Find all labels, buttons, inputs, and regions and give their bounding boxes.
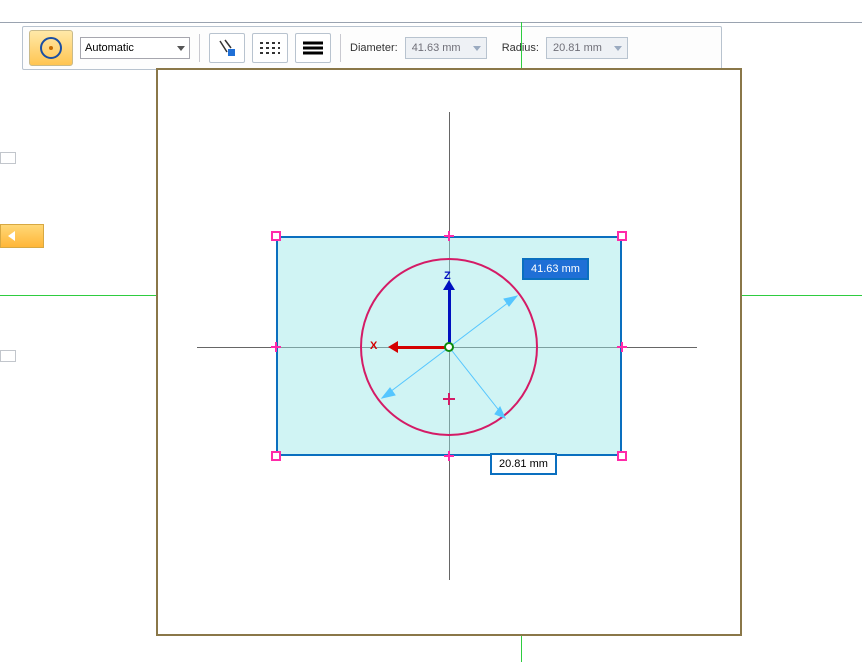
solid-lines-icon — [302, 40, 324, 56]
radius-value: 20.81 mm — [553, 42, 602, 54]
handle-sw[interactable] — [271, 451, 281, 461]
diameter-field[interactable]: 41.63 mm — [405, 37, 487, 59]
handle-ne[interactable] — [617, 231, 627, 241]
z-axis-label: Z — [444, 270, 451, 282]
z-axis-arrow — [448, 290, 451, 348]
radius-field[interactable]: 20.81 mm — [546, 37, 628, 59]
handle-nw[interactable] — [271, 231, 281, 241]
panel-stub — [0, 350, 16, 362]
handle-w[interactable] — [271, 342, 281, 352]
line-pattern-dashed-button[interactable] — [252, 33, 288, 63]
snap-icon — [217, 38, 237, 58]
diameter-label: Diameter: — [350, 42, 398, 54]
line-style-select[interactable]: Automatic — [80, 37, 190, 59]
origin-marker — [444, 342, 454, 352]
x-axis-arrow — [398, 346, 450, 349]
line-style-value: Automatic — [85, 42, 134, 54]
circle-tool-button[interactable] — [29, 30, 73, 66]
x-axis-label: X — [370, 340, 377, 352]
toolbar-divider — [199, 34, 200, 62]
handle-s[interactable] — [444, 451, 454, 461]
toolbar-divider — [340, 34, 341, 62]
circle-icon — [37, 34, 65, 62]
radius-readout[interactable]: 20.81 mm — [490, 453, 557, 475]
panel-stub — [0, 152, 16, 164]
chevron-left-icon — [5, 230, 21, 242]
handle-n[interactable] — [444, 231, 454, 241]
dashed-lines-icon — [259, 40, 281, 56]
diameter-readout[interactable]: 41.63 mm — [522, 258, 589, 280]
line-pattern-solid-button[interactable] — [295, 33, 331, 63]
handle-e[interactable] — [617, 342, 627, 352]
diameter-value: 41.63 mm — [412, 42, 461, 54]
toolbar: Automatic Diameter: 41.63 mm — [22, 26, 722, 70]
handle-se[interactable] — [617, 451, 627, 461]
circle-center-marker — [443, 393, 455, 405]
snap-toggle-button[interactable] — [209, 33, 245, 63]
collapsed-panel-tab[interactable] — [0, 224, 44, 248]
